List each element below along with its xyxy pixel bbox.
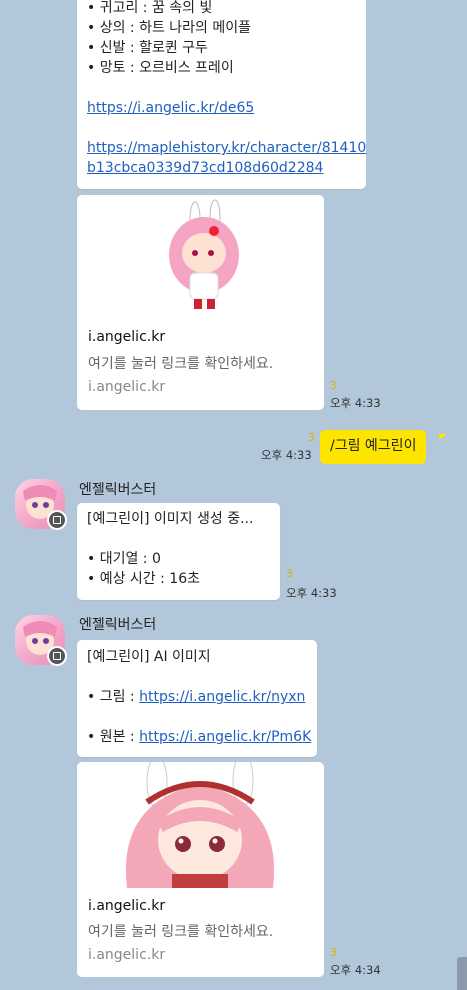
card-domain: i.angelic.kr [88,379,166,395]
unread-count: 3 [286,568,293,580]
my-bubble-tail [439,434,447,440]
message-line: • 귀고리 : 꿈 속의 빛 [87,0,213,16]
line-label: • 그림 : [87,689,140,705]
original-link[interactable]: https://i.angelic.kr/Pm6K [139,729,311,745]
link-preview-card[interactable]: i.angelic.kr 여기를 눌러 링크를 확인하세요. i.angelic… [77,195,324,410]
message-line: • 대기열 : 0 [87,551,161,567]
preview-image [77,762,324,888]
message-line: [예그린이] AI 이미지 [87,649,211,665]
bot-message-bubble: [예그린이] AI 이미지 • 그림 : https://i.angelic.k… [77,640,317,757]
card-description: 여기를 눌러 링크를 확인하세요. [88,356,274,372]
bot-message-bubble: [예그린이] 이미지 생성 중... • 대기열 : 0 • 예상 시간 : 1… [77,503,280,600]
equipment-message-bubble: • 귀고리 : 꿈 속의 빛 • 상의 : 하트 나라의 메이플 • 신발 : … [77,0,366,189]
link-preview-card[interactable]: i.angelic.kr 여기를 눌러 링크를 확인하세요. i.angelic… [77,762,324,977]
preview-image [77,195,324,323]
maplehistory-link-part1[interactable]: https://maplehistory.kr/character/81410 [87,140,366,156]
unread-count: 3 [308,432,315,444]
line-label: • 원본 : [87,729,140,745]
message-line: • 상의 : 하트 나라의 메이플 [87,20,252,36]
my-message-text: /그림 예그린이 [330,438,417,454]
message-line: • 예상 시간 : 16초 [87,571,200,587]
short-link[interactable]: https://i.angelic.kr/de65 [87,100,254,116]
message-line: • 망토 : 오르비스 프레이 [87,60,234,76]
card-title: i.angelic.kr [88,329,166,345]
message-line: • 신발 : 할로퀸 구두 [87,40,208,56]
scrollbar-thumb[interactable] [457,957,467,990]
card-description: 여기를 눌러 링크를 확인하세요. [88,924,274,940]
sender-name: 엔젤릭버스터 [79,617,157,633]
message-time: 오후 4:34 [330,963,381,977]
maplehistory-link-part2[interactable]: b13cbca0339d73cd108d60d2284 [87,160,323,176]
message-line: [예그린이] 이미지 생성 중... [87,511,254,527]
message-time: 오후 4:33 [330,396,381,410]
bot-badge-icon [47,646,67,666]
bot-badge-icon [47,510,67,530]
card-title: i.angelic.kr [88,898,166,914]
message-time: 오후 4:33 [261,448,312,462]
card-domain: i.angelic.kr [88,947,166,963]
my-message-bubble: /그림 예그린이 [320,430,427,464]
unread-count: 3 [330,947,337,959]
drawing-link[interactable]: https://i.angelic.kr/nyxn [139,689,305,705]
message-time: 오후 4:33 [286,586,337,600]
sender-name: 엔젤릭버스터 [79,482,157,498]
unread-count: 3 [330,380,337,392]
